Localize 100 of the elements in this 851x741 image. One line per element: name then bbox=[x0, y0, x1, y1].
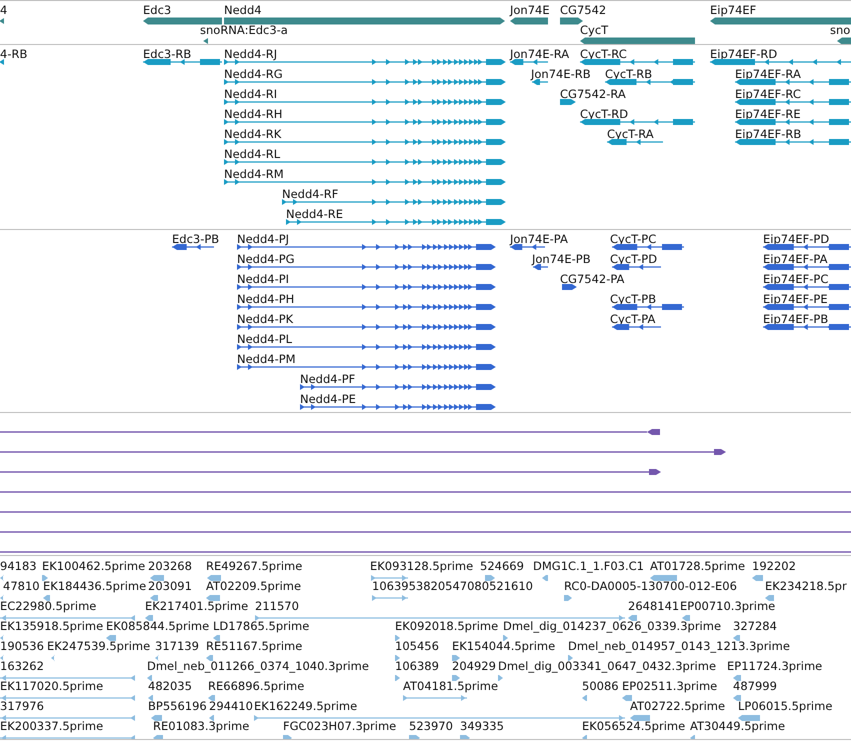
feature-label: EK093128.5prime bbox=[370, 559, 474, 573]
feature-label: Eip74EF-RC bbox=[735, 87, 801, 101]
feature-label: EK056524.5prime bbox=[582, 719, 686, 733]
feature-label: Dmel_dig_014237_0626_0339.3prime bbox=[503, 619, 722, 633]
feature-label: 47810 bbox=[3, 579, 40, 593]
feature-label: EK085844.5prime bbox=[106, 619, 210, 633]
feature-label: 317976 bbox=[0, 699, 44, 713]
feature-label: EK217401.5prime bbox=[145, 599, 248, 613]
feature-label: 524669 bbox=[480, 559, 524, 573]
feature-label: Jon74E-PA bbox=[510, 232, 568, 246]
feature-label: Nedd4-RJ bbox=[224, 47, 278, 61]
feature-label: CycT-PB bbox=[610, 292, 656, 306]
feature-label: EK200337.5prime bbox=[0, 719, 104, 733]
feature-label: RE49267.5prime bbox=[206, 559, 302, 573]
feature-label: RC0-DA0005-130700-012-E06 bbox=[564, 579, 737, 593]
feature-label: Eip74EF-PA bbox=[763, 252, 828, 266]
feature-label: RE66896.5prime bbox=[208, 679, 304, 693]
feature-label: EK162249.5prime bbox=[254, 699, 358, 713]
feature-label: Jon74E-RB bbox=[531, 67, 591, 81]
feature-label: 94183 bbox=[0, 559, 37, 573]
feature-label: Eip74EF-PE bbox=[763, 292, 828, 306]
feature-label: Nedd4-RK bbox=[224, 127, 282, 141]
feature-label: Dmel_neb_014957_0143_1213.3prime bbox=[568, 639, 790, 653]
feature-label: Nedd4-PJ bbox=[237, 232, 290, 246]
feature-label: Eip74EF-PD bbox=[763, 232, 830, 246]
feature-label: EK100462.5prime bbox=[42, 559, 146, 573]
feature-label: Nedd4-RH bbox=[224, 107, 282, 121]
feature-label: RE01083.3prime bbox=[153, 719, 250, 733]
feature-label: Edc3-PB bbox=[172, 232, 220, 246]
feature-label: 163262 bbox=[0, 659, 44, 673]
feature-label: Eip74EF-RB bbox=[735, 127, 802, 141]
feature-label: 204929 bbox=[452, 659, 496, 673]
feature-label: Jon74E bbox=[510, 3, 550, 17]
feature-label: CycT-RC bbox=[580, 47, 627, 61]
feature-label: CG7542-PA bbox=[560, 272, 624, 286]
feature-label: 294410 bbox=[209, 699, 253, 713]
feature-label: sno bbox=[830, 23, 850, 37]
feature-label: EP02511.3prime bbox=[622, 679, 718, 693]
feature-label: Dmel_dig_003341_0647_0432.3prime bbox=[498, 659, 716, 673]
feature-label: Nedd4-RI bbox=[224, 87, 278, 101]
feature-label: 482035 bbox=[148, 679, 192, 693]
feature-label: EK135918.5prime bbox=[0, 619, 104, 633]
feature-label: CycT-PD bbox=[610, 252, 658, 266]
feature-label: EK154044.5prime bbox=[452, 639, 556, 653]
feature-label: CycT bbox=[580, 23, 608, 37]
feature-label: 327284 bbox=[733, 619, 777, 633]
feature-label: 2648141 bbox=[628, 599, 680, 613]
feature-label: Nedd4-RE bbox=[286, 207, 344, 221]
feature-label: Eip74EF-RD bbox=[710, 47, 778, 61]
feature-label: EK247539.5prime bbox=[47, 639, 150, 653]
feature-label: EP00710.3prime bbox=[680, 599, 776, 613]
feature-label: 190536 bbox=[0, 639, 44, 653]
feature-label: AT02722.5prime bbox=[630, 699, 726, 713]
feature-label: Nedd4-PM bbox=[237, 352, 296, 366]
feature-label: Nedd4-PH bbox=[237, 292, 294, 306]
feature-label: Jon74E-RA bbox=[510, 47, 570, 61]
feature-label: Nedd4-RL bbox=[224, 147, 280, 161]
feature-label: CycT-RD bbox=[580, 107, 628, 121]
feature-label: Nedd4-PE bbox=[300, 392, 356, 406]
feature-label: Nedd4-PI bbox=[237, 272, 290, 286]
feature-label: Nedd4-PF bbox=[300, 372, 356, 386]
feature-label: Nedd4-RM bbox=[224, 167, 284, 181]
feature-label: Nedd4-RG bbox=[224, 67, 283, 81]
feature-label: 211570 bbox=[255, 599, 299, 613]
feature-label: 203091 bbox=[148, 579, 192, 593]
feature-label: Eip74EF-RE bbox=[735, 107, 801, 121]
feature-label: snoRNA:Edc3-a bbox=[200, 23, 288, 37]
feature-label: AT02209.5prime bbox=[206, 579, 302, 593]
feature-label: LD17865.5prime bbox=[213, 619, 310, 633]
feature-label: EK184436.5prime bbox=[43, 579, 146, 593]
feature-label: CycT-RA bbox=[607, 127, 654, 141]
feature-label: CycT-RB bbox=[605, 67, 652, 81]
feature-label: Eip74EF-RA bbox=[735, 67, 801, 81]
feature-label: 192202 bbox=[752, 559, 796, 573]
feature-label: CG7542 bbox=[560, 3, 606, 17]
feature-label: LP06015.5prime bbox=[738, 699, 832, 713]
feature-label: Edc3 bbox=[143, 3, 172, 17]
feature-label: CycT-PC bbox=[610, 232, 656, 246]
feature-label: 349335 bbox=[460, 719, 504, 733]
feature-label: BP556196 bbox=[148, 699, 207, 713]
feature-label: EC22980.5prime bbox=[0, 599, 96, 613]
feature-label: FGC023H07.3prime bbox=[283, 719, 396, 733]
feature-label: Dmel_neb_011266_0374_1040.3prime bbox=[147, 659, 369, 673]
feature-label: EK092018.5prime bbox=[395, 619, 498, 633]
feature-label: CycT-PA bbox=[610, 312, 656, 326]
feature-label: Nedd4-PL bbox=[237, 332, 292, 346]
feature-label: 203268 bbox=[148, 559, 192, 573]
feature-label: 1063953820547080521610 bbox=[372, 579, 533, 593]
feature-label: Eip74EF-PB bbox=[763, 312, 828, 326]
feature-label: Nedd4-RF bbox=[282, 187, 338, 201]
feature-label: 50086 bbox=[582, 679, 619, 693]
feature-label: 4-RB bbox=[0, 47, 28, 61]
feature-label: CG7542-RA bbox=[560, 87, 626, 101]
feature-label: Jon74E-PB bbox=[532, 252, 591, 266]
feature-label: 105456 bbox=[395, 639, 439, 653]
feature-label: EP11724.3prime bbox=[727, 659, 822, 673]
feature-label: Nedd4-PG bbox=[237, 252, 295, 266]
feature-label: 106389 bbox=[395, 659, 439, 673]
feature-label: Edc3-RB bbox=[143, 47, 192, 61]
feature-label: RE51167.5prime bbox=[206, 639, 302, 653]
